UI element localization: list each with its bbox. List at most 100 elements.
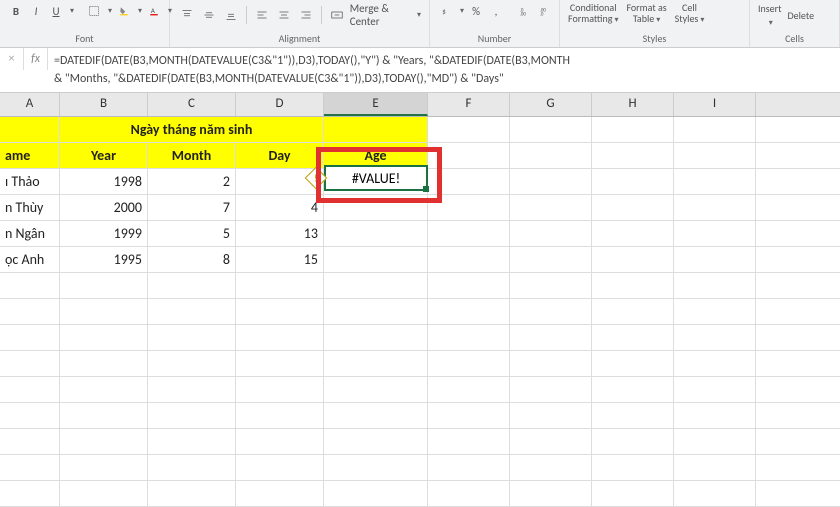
border-dropdown[interactable]: ▾: [108, 6, 112, 16]
cell[interactable]: [510, 143, 592, 168]
underline-button[interactable]: U: [48, 2, 64, 20]
cell-age[interactable]: [324, 221, 428, 246]
cell[interactable]: [674, 195, 756, 220]
spreadsheet-grid[interactable]: A B C D E F G H I Ngày tháng năm sinh am…: [0, 93, 840, 507]
cell[interactable]: [592, 117, 674, 142]
header-name[interactable]: ame: [0, 143, 60, 168]
cell-name[interactable]: ı Thảo: [0, 169, 60, 194]
col-header-h[interactable]: H: [592, 93, 674, 116]
table-row: [0, 403, 840, 429]
cell-age[interactable]: [324, 195, 428, 220]
currency-button[interactable]: $: [438, 2, 454, 20]
cell[interactable]: [592, 143, 674, 168]
svg-text:.00: .00: [520, 11, 527, 17]
align-bottom-button[interactable]: [222, 6, 240, 24]
cell[interactable]: [510, 247, 592, 272]
header-month[interactable]: Month: [148, 143, 236, 168]
cell-styles-button[interactable]: Cell Styles▾: [675, 2, 705, 25]
col-header-c[interactable]: C: [148, 93, 236, 116]
format-as-table-button[interactable]: Format as Table▾: [626, 2, 666, 25]
col-header-d[interactable]: D: [236, 93, 324, 116]
cell-month[interactable]: 2: [148, 169, 236, 194]
cell-age[interactable]: [324, 169, 428, 194]
align-top-button[interactable]: [178, 6, 196, 24]
fx-icon[interactable]: fx: [24, 48, 48, 70]
cell[interactable]: [674, 247, 756, 272]
header-birth-title[interactable]: Ngày tháng năm sinh: [60, 117, 324, 142]
merge-dropdown[interactable]: ▾: [417, 10, 421, 20]
cell-name[interactable]: n Thùy: [0, 195, 60, 220]
font-color-button[interactable]: A: [146, 2, 162, 20]
header-day[interactable]: Day: [236, 143, 324, 168]
cell[interactable]: [674, 117, 756, 142]
align-left-button[interactable]: [253, 6, 271, 24]
conditional-formatting-button[interactable]: Conditional Formatting▾: [568, 2, 618, 25]
align-middle-button[interactable]: [200, 6, 218, 24]
cell-day[interactable]: 13: [236, 221, 324, 246]
cell-month[interactable]: 7: [148, 195, 236, 220]
cell-year[interactable]: 2000: [60, 195, 148, 220]
currency-dropdown[interactable]: ▾: [460, 6, 464, 16]
cell[interactable]: [510, 221, 592, 246]
font-group-label: Font: [8, 32, 161, 45]
cell-year[interactable]: 1998: [60, 169, 148, 194]
cell[interactable]: [428, 247, 510, 272]
cell[interactable]: [428, 169, 510, 194]
col-header-e[interactable]: E: [324, 93, 428, 116]
cell[interactable]: [674, 143, 756, 168]
col-header-b[interactable]: B: [60, 93, 148, 116]
cell-month[interactable]: 8: [148, 247, 236, 272]
cell[interactable]: [0, 117, 60, 142]
border-button[interactable]: [86, 2, 102, 20]
cell-year[interactable]: 1999: [60, 221, 148, 246]
delete-button[interactable]: Delete: [788, 9, 815, 22]
italic-button[interactable]: I: [28, 2, 44, 20]
percent-button[interactable]: %: [468, 2, 484, 20]
bold-button[interactable]: B: [8, 2, 24, 20]
formula-input[interactable]: =DATEDIF(DATE(B3,MONTH(DATEVALUE(C3&"1")…: [48, 48, 840, 92]
header-age[interactable]: Age: [324, 143, 428, 168]
cell-age[interactable]: [324, 247, 428, 272]
cell[interactable]: [510, 195, 592, 220]
cell[interactable]: [592, 195, 674, 220]
fill-dropdown[interactable]: ▾: [138, 6, 142, 16]
svg-text:$: $: [442, 7, 446, 16]
cell[interactable]: [592, 169, 674, 194]
underline-dropdown[interactable]: ▾: [70, 6, 74, 16]
cell-month[interactable]: 5: [148, 221, 236, 246]
cell-day[interactable]: 15: [236, 247, 324, 272]
col-header-a[interactable]: A: [0, 93, 60, 116]
decrease-decimal-button[interactable]: .00.0: [536, 2, 552, 20]
cell-name[interactable]: n Ngân: [0, 221, 60, 246]
col-header-g[interactable]: G: [510, 93, 592, 116]
cell[interactable]: [674, 221, 756, 246]
insert-button[interactable]: Insert▾: [758, 2, 782, 28]
fill-color-button[interactable]: [116, 2, 132, 20]
cell[interactable]: [510, 117, 592, 142]
cell-name[interactable]: ọc Anh: [0, 247, 60, 272]
cell[interactable]: [592, 247, 674, 272]
ribbon-group-styles: Conditional Formatting▾ Format as Table▾…: [560, 0, 750, 47]
cell[interactable]: [428, 195, 510, 220]
cell[interactable]: [428, 221, 510, 246]
align-center-button[interactable]: [275, 6, 293, 24]
header-age-top[interactable]: [324, 117, 428, 142]
cell[interactable]: [428, 117, 510, 142]
cell-year[interactable]: 1995: [60, 247, 148, 272]
cell[interactable]: [428, 143, 510, 168]
col-header-i[interactable]: I: [674, 93, 756, 116]
cell-day[interactable]: 4: [236, 195, 324, 220]
cell[interactable]: [592, 221, 674, 246]
column-headers: A B C D E F G H I: [0, 93, 840, 117]
header-year[interactable]: Year: [60, 143, 148, 168]
increase-decimal-button[interactable]: .0.00: [516, 2, 532, 20]
cell[interactable]: [510, 169, 592, 194]
formula-bar: × fx =DATEDIF(DATE(B3,MONTH(DATEVALUE(C3…: [0, 48, 840, 93]
col-header-f[interactable]: F: [428, 93, 510, 116]
merge-center-button[interactable]: [328, 6, 346, 24]
comma-button[interactable]: ,: [488, 2, 504, 20]
align-right-button[interactable]: [297, 6, 315, 24]
styles-group-label: Styles: [568, 32, 741, 45]
cell[interactable]: [674, 169, 756, 194]
formula-cancel-button[interactable]: ×: [0, 48, 24, 70]
